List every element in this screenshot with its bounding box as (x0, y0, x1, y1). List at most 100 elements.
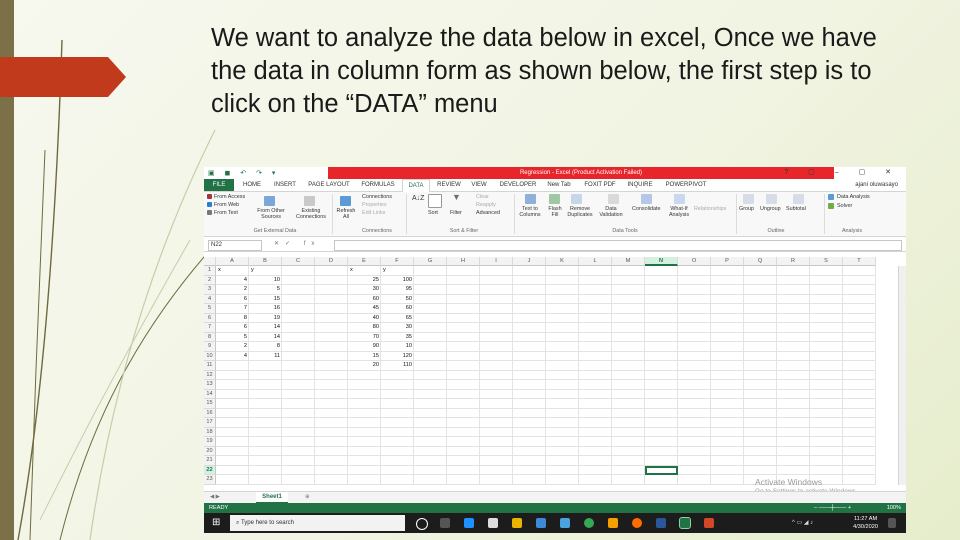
cell-a1[interactable]: x (216, 266, 249, 276)
formula-input[interactable] (334, 240, 902, 251)
column-header-k[interactable]: K (546, 257, 579, 266)
reapply-button[interactable]: Reapply (476, 202, 496, 208)
text-to-columns-button[interactable]: Text to Columns (516, 206, 544, 219)
vlc-icon[interactable] (608, 518, 618, 528)
tab-data[interactable]: DATA (402, 179, 430, 193)
sort-az-icon[interactable]: A↓Z (412, 195, 424, 202)
row-header-2[interactable]: 2 (204, 275, 216, 285)
column-header-b[interactable]: B (249, 257, 282, 266)
row-header-4[interactable]: 4 (204, 294, 216, 304)
cell-a3[interactable]: 2 (216, 285, 249, 295)
remove-duplicates-button[interactable]: Remove Duplicates (566, 206, 594, 219)
row-header-11[interactable]: 11 (204, 361, 216, 371)
cell-e11[interactable]: 20 (348, 361, 381, 371)
user-name[interactable]: ajani oluwasayo (855, 179, 898, 191)
tab-new-tab[interactable]: New Tab (544, 179, 574, 191)
row-header-8[interactable]: 8 (204, 332, 216, 342)
cell-e10[interactable]: 15 (348, 352, 381, 362)
tab-foxit-pdf[interactable]: FOXIT PDF (580, 179, 620, 191)
connections-button[interactable]: Connections (362, 194, 392, 200)
cell-f4[interactable]: 50 (381, 295, 414, 305)
excel-taskbar-icon[interactable] (679, 517, 691, 529)
cell-a7[interactable]: 6 (216, 323, 249, 333)
column-header-h[interactable]: H (447, 257, 480, 266)
column-header-j[interactable]: J (513, 257, 546, 266)
cell-e3[interactable]: 30 (348, 285, 381, 295)
column-header-f[interactable]: F (381, 257, 414, 266)
taskbar-search[interactable]: ⌕ Type here to search (230, 515, 405, 531)
app-icon[interactable] (560, 518, 570, 528)
tab-file[interactable]: FILE (204, 179, 234, 191)
column-header-s[interactable]: S (810, 257, 843, 266)
column-header-m[interactable]: M (612, 257, 645, 266)
file-explorer-icon[interactable] (512, 518, 522, 528)
tab-page-layout[interactable]: PAGE LAYOUT (304, 179, 354, 191)
data-validation-button[interactable]: Data Validation (596, 206, 626, 219)
tab-insert[interactable]: INSERT (270, 179, 300, 191)
existing-connections-button[interactable]: Existing Connections (292, 208, 330, 221)
cell-b9[interactable]: 8 (249, 342, 282, 352)
quick-access-icons[interactable]: ▣ ◼ ↶ ↷ ▾ (208, 169, 279, 177)
column-header-l[interactable]: L (579, 257, 612, 266)
from-text-button[interactable]: From Text (214, 210, 238, 216)
row-header-9[interactable]: 9 (204, 342, 216, 352)
flash-fill-button[interactable]: Flash Fill (546, 206, 564, 219)
cell-a6[interactable]: 8 (216, 314, 249, 324)
cell-a9[interactable]: 2 (216, 342, 249, 352)
column-header-c[interactable]: C (282, 257, 315, 266)
row-header-20[interactable]: 20 (204, 446, 216, 456)
zoom-level[interactable]: 100% (887, 503, 901, 513)
row-header-1[interactable]: 1 (204, 266, 216, 276)
row-header-15[interactable]: 15 (204, 399, 216, 409)
column-header-d[interactable]: D (315, 257, 348, 266)
store-icon[interactable] (488, 518, 498, 528)
cell-f1[interactable]: y (381, 266, 414, 276)
column-header-q[interactable]: Q (744, 257, 777, 266)
cell-f2[interactable]: 100 (381, 276, 414, 286)
chrome-icon[interactable] (584, 518, 594, 528)
relationships-button[interactable]: Relationships (694, 206, 726, 212)
name-box[interactable]: N22 (208, 240, 262, 251)
row-header-10[interactable]: 10 (204, 351, 216, 361)
properties-button[interactable]: Properties (362, 202, 387, 208)
cell-e1[interactable]: x (348, 266, 381, 276)
cell-b1[interactable]: y (249, 266, 282, 276)
settings-app-icon[interactable] (536, 518, 546, 528)
zoom-slider[interactable]: – ───┼─── + (814, 503, 851, 513)
clear-button[interactable]: Clear (476, 194, 489, 200)
ungroup-button[interactable]: Ungroup (760, 206, 781, 212)
cell-b5[interactable]: 16 (249, 304, 282, 314)
from-other-sources-button[interactable]: From Other Sources (256, 208, 286, 221)
cell-e6[interactable]: 40 (348, 314, 381, 324)
system-tray-icons[interactable]: ^ ▭ ◢ ♪ (792, 519, 813, 526)
group-button[interactable]: Group (739, 206, 754, 212)
cell-e9[interactable]: 90 (348, 342, 381, 352)
cell-a5[interactable]: 7 (216, 304, 249, 314)
from-access-button[interactable]: From Access (214, 194, 245, 200)
column-header-e[interactable]: E (348, 257, 381, 266)
cell-e4[interactable]: 60 (348, 295, 381, 305)
cell-b8[interactable]: 14 (249, 333, 282, 343)
cell-f6[interactable]: 65 (381, 314, 414, 324)
cell-f8[interactable]: 35 (381, 333, 414, 343)
tab-review[interactable]: REVIEW (434, 179, 464, 191)
taskbar-clock[interactable]: 11:27 AM 4/30/2020 (853, 515, 878, 531)
row-header-3[interactable]: 3 (204, 285, 216, 295)
tab-formulas[interactable]: FORMULAS (358, 179, 398, 191)
row-header-19[interactable]: 19 (204, 437, 216, 447)
solver-button[interactable]: Solver (837, 203, 852, 209)
cell-e7[interactable]: 80 (348, 323, 381, 333)
column-header-i[interactable]: I (480, 257, 513, 266)
cell-b6[interactable]: 19 (249, 314, 282, 324)
column-header-p[interactable]: P (711, 257, 744, 266)
sort-button[interactable]: Sort (428, 210, 438, 216)
row-header-18[interactable]: 18 (204, 427, 216, 437)
cell-f5[interactable]: 60 (381, 304, 414, 314)
column-header-r[interactable]: R (777, 257, 810, 266)
powerpoint-icon[interactable] (704, 518, 714, 528)
what-if-analysis-button[interactable]: What-If Analysis (666, 206, 692, 219)
row-header-12[interactable]: 12 (204, 370, 216, 380)
edge-icon[interactable] (464, 518, 474, 528)
cell-b7[interactable]: 14 (249, 323, 282, 333)
row-header-7[interactable]: 7 (204, 323, 216, 333)
